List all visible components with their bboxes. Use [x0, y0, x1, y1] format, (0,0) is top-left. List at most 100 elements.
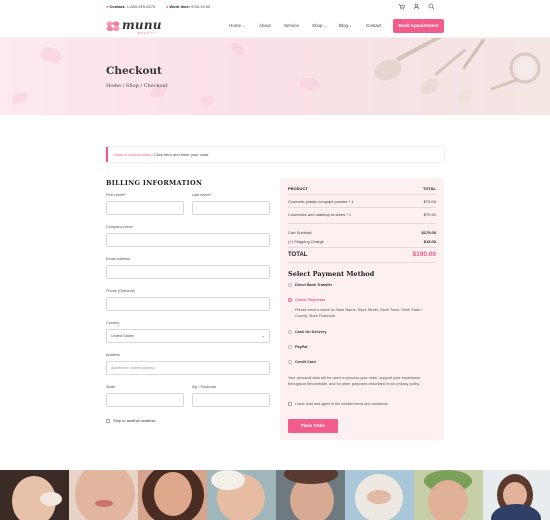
top-bar: ●Contact: 1-800-915-6270 ●Work time: 9:0… [0, 0, 550, 13]
nav-home[interactable]: Home⌄ [229, 23, 245, 28]
radio-button[interactable] [288, 330, 292, 334]
gallery-image[interactable] [69, 470, 138, 520]
chevron-down-icon: ⌄ [261, 333, 265, 338]
email-label: Email address [106, 257, 131, 261]
privacy-notice: Your personal data will be used to proce… [288, 376, 421, 386]
subtotal-value: $175.00 [421, 230, 436, 235]
subtotal-label: Cart Subtotal [288, 230, 312, 235]
first-name-label: First name* [106, 193, 126, 197]
terms-checkbox[interactable] [288, 402, 292, 407]
ship-checkbox[interactable] [106, 418, 110, 423]
page-banner: Checkout Home / Shop / Checkout [0, 38, 550, 115]
user-icon[interactable] [413, 3, 420, 10]
address-placeholder: Apartment, street address [111, 366, 155, 370]
radio-button[interactable] [288, 360, 292, 364]
shipping-row: (+) Shipping Charge $15.00 [288, 239, 436, 245]
company-input[interactable] [106, 233, 270, 247]
phone-input[interactable] [106, 297, 270, 311]
coupon-question: Have a coupon code? [114, 152, 153, 157]
ship-label: Ship to another address [113, 418, 156, 423]
cart-icon[interactable] [398, 3, 405, 10]
payment-option-cod[interactable]: Cash On Delivery [288, 330, 326, 334]
place-order-button[interactable]: Place Order [288, 419, 338, 433]
logo[interactable]: munu BEAUTY [106, 18, 162, 35]
email-input[interactable] [106, 265, 270, 279]
payment-option-check[interactable]: Check Payments [288, 298, 325, 302]
address-input[interactable]: Apartment, street address [106, 361, 270, 375]
chevron-down-icon: ⌄ [242, 24, 245, 28]
phone-label: Phone (Optional) [106, 289, 135, 293]
billing-title: BILLING INFORMATION [106, 179, 203, 187]
logo-text: munu [122, 18, 162, 32]
divider [288, 262, 436, 263]
order-total-value: $190.00 [412, 251, 437, 258]
nav-contact[interactable]: Contact [366, 23, 382, 28]
search-icon[interactable] [428, 3, 435, 10]
petal-decoration [38, 44, 64, 66]
gallery-image[interactable] [207, 470, 276, 520]
page-title: Checkout [106, 65, 162, 77]
check-payment-description: Please send a check to Store Name, Store… [295, 308, 423, 318]
zip-input[interactable] [192, 393, 270, 407]
gallery-image[interactable] [276, 470, 345, 520]
item-price: $70.50 [423, 212, 436, 217]
coupon-link[interactable]: Click here and enter your code. [154, 152, 210, 157]
petal-decoration [299, 76, 321, 92]
logo-flower-icon [106, 21, 120, 32]
state-input[interactable] [106, 393, 184, 407]
gallery-image[interactable] [345, 470, 414, 520]
logo-tagline: BEAUTY [138, 31, 157, 35]
terms-label: I have read and agree to the website ter… [295, 402, 388, 406]
last-name-label: Last name* [192, 193, 212, 197]
last-name-input[interactable] [192, 201, 270, 215]
order-summary: PRODUCT TOTAL Cosmetic plastic compact p… [280, 178, 444, 440]
work-time-label: Work time: [169, 4, 191, 9]
gallery-image[interactable] [138, 470, 207, 520]
divider [288, 207, 436, 208]
contact-phone[interactable]: 1-800-915-6270 [127, 4, 155, 9]
breadcrumb[interactable]: Home / Shop / Checkout [106, 83, 168, 89]
company-label: Company name [106, 225, 133, 229]
divider [288, 194, 436, 195]
gallery-image[interactable] [0, 470, 69, 520]
book-appointment-button[interactable]: Book Appointment [393, 19, 444, 33]
order-item: Cosmetic plastic compact powder * 1 $75.… [288, 199, 436, 205]
gallery-image[interactable] [483, 470, 550, 520]
gallery-image[interactable] [414, 470, 483, 520]
gallery-strip [0, 470, 550, 520]
radio-button[interactable] [288, 283, 292, 287]
first-name-input[interactable] [106, 201, 184, 215]
nav-service[interactable]: Service [284, 23, 299, 28]
country-label: Country [106, 321, 120, 325]
chevron-down-icon: ⌄ [349, 24, 352, 28]
divider [288, 247, 436, 248]
contact-info: ●Contact: 1-800-915-6270 [106, 4, 155, 9]
total-column-header: TOTAL [423, 186, 436, 191]
petal-decoration [228, 40, 248, 58]
payment-option-card[interactable]: Credit Card [288, 360, 316, 364]
work-time-info: ●Work time: 9:00-19:00 [166, 4, 210, 9]
item-price: $75.00 [423, 199, 436, 204]
payment-option-paypal[interactable]: PayPal [288, 345, 307, 349]
petal-decoration [10, 90, 30, 106]
subtotal-row: Cart Subtotal $175.00 [288, 230, 436, 236]
payment-option-bank[interactable]: Direct Bank Transfer [288, 283, 332, 287]
country-select[interactable]: United States ⌄ [106, 329, 270, 343]
nav-shop[interactable]: Shop⌄ [312, 23, 326, 28]
radio-button[interactable] [288, 298, 292, 302]
terms-agreement[interactable]: I have read and agree to the website ter… [288, 402, 388, 407]
state-label: State [106, 385, 115, 389]
main-header: munu BEAUTY Home⌄ About Service Shop⌄ Bl… [0, 13, 550, 38]
order-item: Cosmetics and makeup brushes * 1 $70.50 [288, 212, 436, 218]
nav-blog[interactable]: Blog⌄ [339, 23, 352, 28]
radio-button[interactable] [288, 345, 292, 349]
zip-label: Zip / Postcode [192, 385, 217, 389]
nav-about[interactable]: About [259, 23, 271, 28]
contact-label: Contact: [109, 4, 126, 9]
address-label: Address [106, 353, 120, 357]
order-total-label: TOTAL [288, 252, 308, 258]
ship-to-another-address[interactable]: Ship to another address [106, 418, 155, 423]
summary-header: PRODUCT TOTAL [288, 186, 436, 191]
country-selected-value: United States [111, 334, 134, 338]
divider [288, 223, 436, 224]
